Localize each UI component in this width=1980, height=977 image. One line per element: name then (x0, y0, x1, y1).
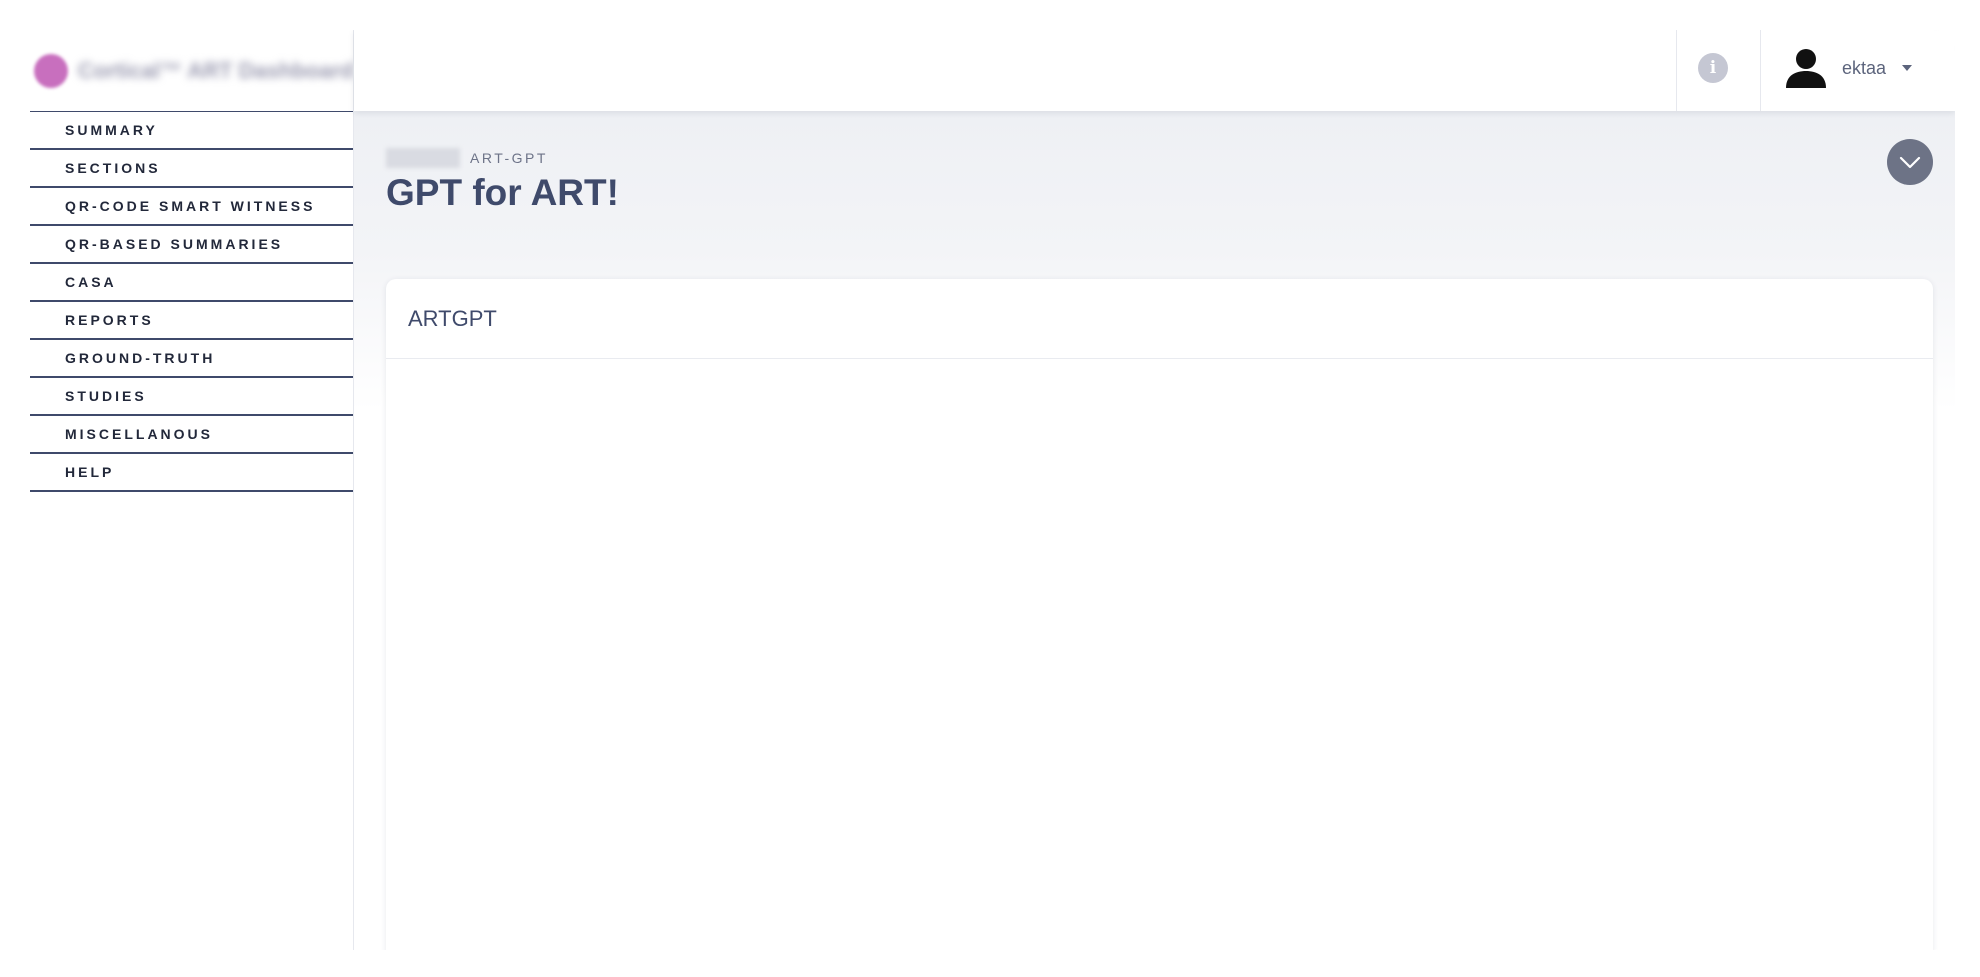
breadcrumb-label: ART-GPT (470, 150, 548, 166)
sidebar-item-label: REPORTS (65, 312, 154, 328)
header-divider (1760, 30, 1761, 111)
sidebar-item-qr-based-summaries[interactable]: QR-BASED SUMMARIES (30, 226, 353, 264)
sidebar-item-label: QR-CODE SMART WITNESS (65, 198, 316, 214)
card-header: ARTGPT (386, 279, 1933, 359)
sidebar-item-casa[interactable]: CASA (30, 264, 353, 302)
sidebar-item-label: STUDIES (65, 388, 147, 404)
main-content: ART-GPT GPT for ART! ARTGPT (354, 111, 1955, 950)
brand-name: Cortical™ ART Dashboard (78, 57, 353, 83)
info-icon[interactable]: i (1698, 53, 1728, 83)
sidebar-item-summary[interactable]: SUMMARY (30, 112, 353, 150)
sidebar-item-label: GROUND-TRUTH (65, 350, 216, 366)
user-menu[interactable]: ektaa (1784, 43, 1913, 93)
collapse-button[interactable] (1887, 139, 1933, 185)
sidebar-item-label: QR-BASED SUMMARIES (65, 236, 284, 252)
sidebar-item-ground-truth[interactable]: GROUND-TRUTH (30, 340, 353, 378)
chevron-down-icon (1899, 156, 1921, 169)
sidebar-nav: SUMMARY SECTIONS QR-CODE SMART WITNESS Q… (30, 111, 353, 492)
user-icon (1786, 49, 1826, 88)
sidebar-item-sections[interactable]: SECTIONS (30, 150, 353, 188)
sidebar-item-help[interactable]: HELP (30, 454, 353, 492)
card-title: ARTGPT (408, 305, 497, 331)
sidebar-item-label: SUMMARY (65, 122, 158, 138)
page-title: GPT for ART! (386, 172, 619, 213)
sidebar-item-miscellanous[interactable]: MISCELLANOUS (30, 416, 353, 454)
brand-logo (34, 53, 68, 88)
breadcrumb-icon (386, 148, 460, 168)
header-divider (1676, 30, 1677, 111)
brand[interactable]: Cortical™ ART Dashboard (30, 30, 353, 111)
card-body (386, 359, 1933, 950)
sidebar-item-reports[interactable]: REPORTS (30, 302, 353, 340)
artgpt-card: ARTGPT (386, 279, 1933, 950)
info-glyph: i (1709, 58, 1717, 78)
sidebar-item-label: CASA (65, 274, 117, 290)
sidebar-item-label: SECTIONS (65, 160, 161, 176)
sidebar: Cortical™ ART Dashboard SUMMARY SECTIONS… (30, 30, 354, 950)
sidebar-item-label: HELP (65, 464, 115, 480)
breadcrumb: ART-GPT (386, 148, 548, 168)
chevron-down-icon (1902, 65, 1913, 71)
user-name: ektaa (1842, 57, 1887, 78)
sidebar-item-qr-code-smart-witness[interactable]: QR-CODE SMART WITNESS (30, 188, 353, 226)
sidebar-item-label: MISCELLANOUS (65, 426, 213, 442)
top-header: i ektaa (354, 30, 1955, 111)
app-frame: Cortical™ ART Dashboard SUMMARY SECTIONS… (30, 30, 1955, 950)
sidebar-item-studies[interactable]: STUDIES (30, 378, 353, 416)
